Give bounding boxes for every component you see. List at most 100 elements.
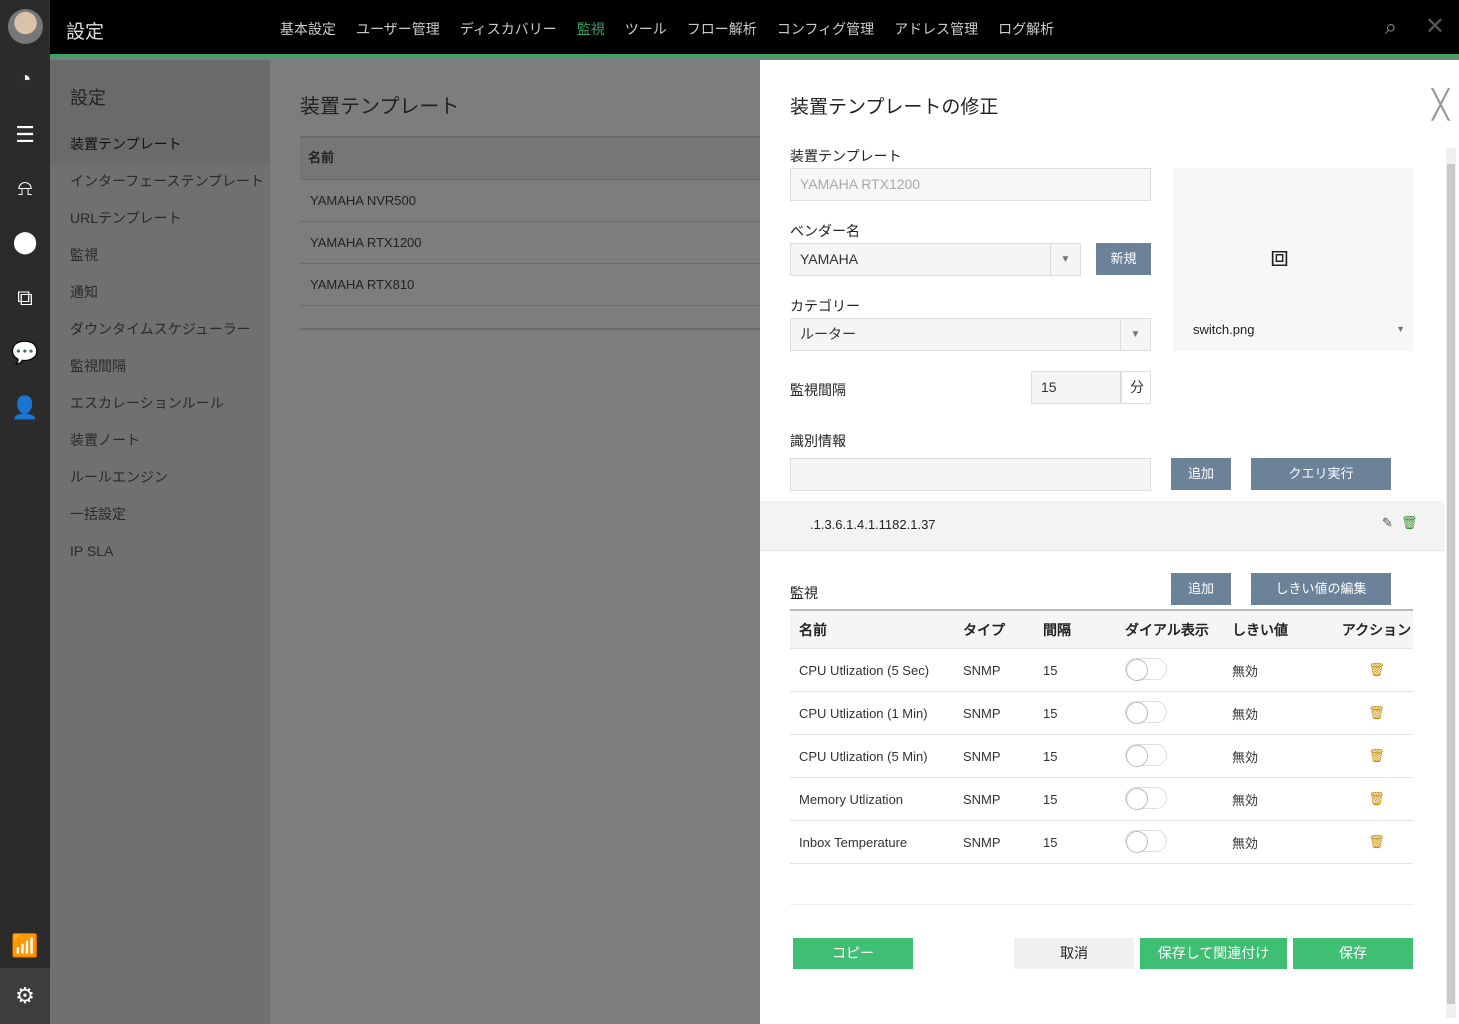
cancel-button[interactable]: 取消: [1014, 938, 1134, 969]
nav-item[interactable]: コンフィグ管理: [777, 19, 874, 39]
nav-item[interactable]: アドレス管理: [894, 19, 978, 39]
trash-icon[interactable]: 🗑: [1368, 791, 1385, 806]
user-icon[interactable]: 👤: [0, 388, 50, 428]
table-row[interactable]: YAMAHA RTX1200: [300, 222, 760, 264]
sidebar-item[interactable]: IP SLA: [50, 533, 270, 570]
trash-icon[interactable]: 🗑: [1401, 515, 1418, 531]
nav-item[interactable]: ディスカバリー: [460, 19, 557, 39]
nav-item[interactable]: ログ解析: [998, 19, 1054, 39]
monitor-type: SNMP: [963, 748, 1001, 764]
sidebar-item[interactable]: 装置テンプレート: [50, 126, 270, 163]
dial-toggle[interactable]: [1125, 700, 1167, 724]
chat-icon[interactable]: 💬: [0, 333, 50, 373]
dashboard-gauge-icon[interactable]: ◔: [0, 59, 50, 99]
sidebar-item[interactable]: URLテンプレート: [50, 200, 270, 237]
ident-add-button[interactable]: 追加: [1171, 458, 1231, 490]
monitor-name: Inbox Temperature: [799, 834, 908, 850]
interval-unit: 分: [1121, 371, 1151, 404]
oid-value: .1.3.6.1.4.1.1182.1.37: [810, 517, 936, 532]
nav-item[interactable]: ツール: [625, 19, 667, 39]
monitor-add-button[interactable]: 追加: [1171, 573, 1231, 605]
nav-item[interactable]: ユーザー管理: [356, 19, 440, 39]
trash-icon[interactable]: 🗑: [1368, 705, 1385, 720]
dial-toggle[interactable]: [1125, 786, 1167, 810]
column-header-name[interactable]: 名前: [300, 138, 760, 180]
table-row[interactable]: YAMAHA NVR500: [300, 180, 760, 222]
sidebar-item[interactable]: 装置ノート: [50, 422, 270, 459]
monitor-row: CPU Utlization (5 Sec) SNMP 15 無効 🗑: [790, 649, 1413, 692]
nav-item[interactable]: 監視: [577, 19, 605, 39]
device-image-selector[interactable]: ⧈ switch.png ▼: [1173, 168, 1413, 351]
nav-item[interactable]: フロー解析: [687, 19, 757, 39]
delete-cell: 🗑: [1340, 662, 1413, 678]
monitor-interval: 15: [1043, 834, 1058, 850]
sidebar-item[interactable]: インターフェーステンプレート: [50, 163, 270, 200]
settings-gear-icon[interactable]: ⚙: [0, 968, 50, 1024]
interval-input[interactable]: 15: [1031, 371, 1121, 404]
trash-icon[interactable]: 🗑: [1368, 748, 1385, 763]
trash-icon[interactable]: 🗑: [1368, 662, 1385, 677]
map-pin-icon[interactable]: ⬤: [0, 222, 50, 262]
search-icon[interactable]: ⌕: [1385, 14, 1397, 40]
save-button[interactable]: 保存: [1293, 938, 1413, 969]
switch-device-icon: ⧈: [1270, 240, 1290, 273]
monitor-threshold: 無効: [1232, 663, 1259, 679]
sidebar-item[interactable]: エスカレーションルール: [50, 385, 270, 422]
panel-scrollbar[interactable]: [1446, 148, 1456, 1018]
sidebar-title: 設定: [50, 60, 270, 126]
sidebar-item[interactable]: 通知: [50, 274, 270, 311]
trash-icon[interactable]: 🗑: [1368, 834, 1385, 849]
chevron-down-icon: ▼: [1050, 244, 1080, 275]
sidebar-item[interactable]: 監視間隔: [50, 348, 270, 385]
monitor-name: CPU Utlization (5 Sec): [799, 662, 930, 678]
panel-title: 装置テンプレートの修正: [790, 97, 999, 118]
delete-cell: 🗑: [1340, 791, 1413, 807]
inventory-check-icon[interactable]: ☰: [0, 115, 50, 155]
column-header: タイプ: [963, 621, 1005, 638]
reports-chart-icon[interactable]: 📶: [0, 926, 50, 966]
monitor-threshold: 無効: [1232, 835, 1259, 851]
edit-icon[interactable]: ✎: [1382, 515, 1393, 531]
sidebar-item[interactable]: 一括設定: [50, 496, 270, 533]
workflow-icon[interactable]: ⧉: [0, 278, 50, 318]
dial-toggle-cell: [1125, 743, 1232, 769]
vendor-select[interactable]: YAMAHA ▼: [790, 243, 1081, 276]
sidebar-item[interactable]: ダウンタイムスケジューラー: [50, 311, 270, 348]
table-row[interactable]: YAMAHA RTX810: [300, 264, 760, 306]
dial-toggle[interactable]: [1125, 743, 1167, 767]
save-associate-button[interactable]: 保存して関連付け: [1140, 938, 1287, 969]
top-bar: 設定 基本設定 ユーザー管理 ディスカバリー 監視 ツール フロー解析 コンフィグ管理 アドレ…: [50, 0, 1459, 57]
chevron-down-icon: ▼: [1396, 324, 1405, 334]
dial-toggle[interactable]: [1125, 829, 1167, 853]
dial-toggle[interactable]: [1125, 657, 1167, 681]
image-name: switch.png: [1193, 322, 1255, 337]
ident-input[interactable]: [790, 458, 1151, 491]
close-icon[interactable]: ✕: [1425, 12, 1445, 41]
copy-button[interactable]: コピー: [793, 938, 913, 969]
sidebar-item[interactable]: 監視: [50, 237, 270, 274]
nav-item[interactable]: 基本設定: [280, 19, 336, 39]
template-label: 装置テンプレート: [790, 148, 902, 164]
new-vendor-button[interactable]: 新規: [1096, 243, 1151, 275]
page-title: 装置テンプレート: [300, 96, 460, 118]
chevron-down-icon: ▼: [1120, 319, 1150, 350]
query-run-button[interactable]: クエリ実行: [1251, 458, 1391, 490]
template-name-field[interactable]: YAMAHA RTX1200: [790, 168, 1151, 201]
monitor-name: CPU Utlization (1 Min): [799, 705, 928, 721]
alarm-icon[interactable]: ⍾: [0, 168, 50, 208]
edit-template-panel: 装置テンプレートの修正 ╳ 装置テンプレート YAMAHA RTX1200 ベン…: [760, 60, 1459, 1024]
avatar[interactable]: [8, 9, 43, 44]
monitor-interval: 15: [1043, 791, 1058, 807]
template-list: 装置テンプレート 名前 YAMAHA NVR500 YAMAHA RTX1200 Y…: [270, 60, 760, 1024]
monitor-type: SNMP: [963, 705, 1001, 721]
monitor-label: 監視: [790, 585, 818, 601]
close-panel-icon[interactable]: ╳: [1432, 88, 1449, 121]
monitor-name: Memory Utlization: [799, 791, 904, 807]
delete-cell: 🗑: [1340, 705, 1413, 721]
monitor-type: SNMP: [963, 662, 1001, 678]
sidebar-item[interactable]: ルールエンジン: [50, 459, 270, 496]
column-header: 名前: [799, 621, 827, 638]
dial-toggle-cell: [1125, 657, 1232, 683]
threshold-edit-button[interactable]: しきい値の編集: [1251, 573, 1391, 605]
category-select[interactable]: ルーター ▼: [790, 318, 1151, 351]
